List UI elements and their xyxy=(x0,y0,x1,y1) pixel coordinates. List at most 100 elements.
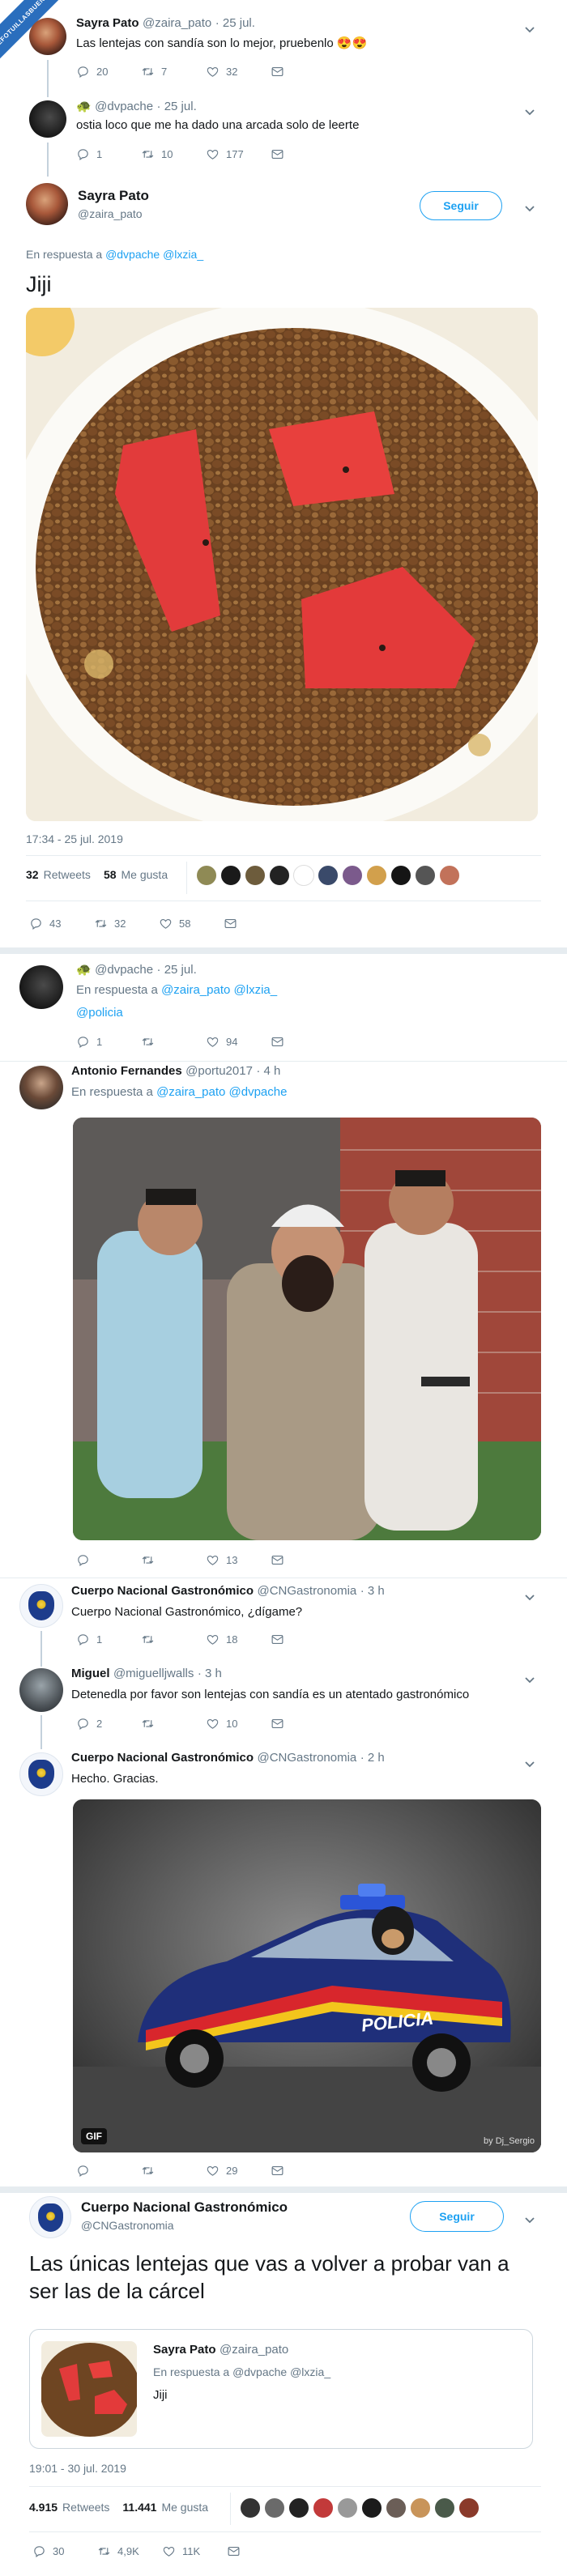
user-handle[interactable]: @zaira_pato xyxy=(143,16,211,30)
avatar[interactable] xyxy=(386,2497,407,2519)
reply-button[interactable]: 1 xyxy=(76,1035,141,1049)
user-name[interactable]: Cuerpo Nacional Gastronómico xyxy=(71,1751,254,1765)
chevron-down-icon[interactable] xyxy=(525,105,535,112)
retweet-stat-count[interactable]: 32 xyxy=(26,868,39,881)
avatar[interactable] xyxy=(19,1584,63,1628)
avatar[interactable] xyxy=(196,865,217,886)
quoted-tweet[interactable]: Sayra Pato @zaira_pato En respuesta a @d… xyxy=(29,2329,533,2449)
chevron-down-icon[interactable] xyxy=(525,23,535,29)
reply-button[interactable] xyxy=(76,2164,141,2178)
user-name[interactable]: 🐢 xyxy=(76,963,92,977)
like-button[interactable]: 10 xyxy=(206,1717,271,1731)
user-name[interactable]: Sayra Pato xyxy=(78,188,149,204)
dm-button[interactable] xyxy=(271,1633,335,1646)
avatar[interactable] xyxy=(415,865,436,886)
retweet-stat-count[interactable]: 4.915 xyxy=(29,2501,58,2514)
retweet-button[interactable]: 7 xyxy=(141,65,206,79)
like-button[interactable]: 94 xyxy=(206,1035,271,1049)
like-button[interactable]: 177 xyxy=(206,147,271,161)
like-button[interactable]: 32 xyxy=(206,65,271,79)
reply-button[interactable]: 1 xyxy=(76,1633,141,1646)
user-handle[interactable]: @dvpache xyxy=(95,100,153,113)
mention-link[interactable]: @policia xyxy=(76,1006,123,1020)
like-stat-count[interactable]: 58 xyxy=(104,868,117,881)
avatar[interactable] xyxy=(19,1066,63,1109)
tweet-date[interactable]: · 25 jul. xyxy=(215,16,255,30)
tweet-date[interactable]: · 25 jul. xyxy=(157,100,197,113)
like-stat-count[interactable]: 11.441 xyxy=(122,2501,156,2514)
retweet-button[interactable]: 4,9K xyxy=(97,2544,162,2558)
avatar[interactable] xyxy=(337,2497,358,2519)
user-name[interactable]: Miguel xyxy=(71,1667,110,1680)
avatar[interactable] xyxy=(288,2497,309,2519)
retweet-button[interactable] xyxy=(141,1633,206,1646)
reply-button[interactable] xyxy=(76,1553,141,1567)
like-button[interactable]: 18 xyxy=(206,1633,271,1646)
avatar[interactable] xyxy=(29,100,66,138)
user-handle[interactable]: @dvpache xyxy=(95,963,153,977)
dm-button[interactable] xyxy=(271,1553,335,1567)
retweet-button[interactable] xyxy=(141,1035,206,1049)
user-handle[interactable]: @portu2017 xyxy=(185,1064,253,1078)
reply-to-link[interactable]: @zaira_pato @dvpache xyxy=(156,1085,287,1099)
chevron-down-icon[interactable] xyxy=(525,202,535,208)
avatar[interactable] xyxy=(240,2497,261,2519)
reply-button[interactable]: 1 xyxy=(76,147,141,161)
user-handle[interactable]: @miguelljwalls xyxy=(113,1667,194,1680)
chevron-down-icon[interactable] xyxy=(525,1590,535,1597)
avatar[interactable] xyxy=(439,865,460,886)
user-name[interactable]: Cuerpo Nacional Gastronómico xyxy=(71,1584,254,1598)
avatar[interactable] xyxy=(19,1752,63,1796)
avatar[interactable] xyxy=(19,965,63,1009)
tweet-date[interactable]: · 25 jul. xyxy=(157,963,197,977)
avatar[interactable] xyxy=(26,183,68,225)
retweet-button[interactable] xyxy=(141,1553,206,1567)
retweet-button[interactable]: 10 xyxy=(141,147,206,161)
retweet-stat-label[interactable]: Retweets xyxy=(62,2501,109,2514)
user-name[interactable]: Cuerpo Nacional Gastronómico xyxy=(81,2199,288,2216)
dm-button[interactable] xyxy=(227,2544,292,2558)
like-button[interactable]: 58 xyxy=(159,917,224,930)
retweet-button[interactable]: 32 xyxy=(94,917,159,930)
tweet-date[interactable]: · 3 h xyxy=(360,1584,385,1598)
dm-button[interactable] xyxy=(271,2164,335,2178)
follow-button[interactable]: Seguir xyxy=(420,191,502,220)
dm-button[interactable] xyxy=(271,147,335,161)
like-button[interactable]: 11K xyxy=(162,2544,227,2558)
user-name[interactable]: Sayra Pato xyxy=(76,16,139,30)
like-button[interactable]: 29 xyxy=(206,2164,271,2178)
user-handle[interactable]: @CNGastronomia xyxy=(81,2219,174,2232)
reply-to-link[interactable]: @zaira_pato @lxzia_ xyxy=(161,983,277,997)
avatar[interactable] xyxy=(264,2497,285,2519)
reply-to-link[interactable]: @dvpache @lxzia_ xyxy=(105,248,203,261)
like-button[interactable]: 13 xyxy=(206,1553,271,1567)
chevron-down-icon[interactable] xyxy=(525,1757,535,1764)
dm-button[interactable] xyxy=(271,65,335,79)
avatar[interactable] xyxy=(342,865,363,886)
avatar[interactable] xyxy=(390,865,411,886)
reply-button[interactable]: 43 xyxy=(29,917,94,930)
avatar[interactable] xyxy=(318,865,339,886)
like-stat-label[interactable]: Me gusta xyxy=(122,868,168,881)
avatar[interactable] xyxy=(434,2497,455,2519)
avatar[interactable] xyxy=(293,865,314,886)
avatar[interactable] xyxy=(458,2497,480,2519)
dm-button[interactable] xyxy=(271,1035,335,1049)
reply-button[interactable]: 20 xyxy=(76,65,141,79)
tweet-gif[interactable]: POLICIA by Dj_Sergio GIF xyxy=(73,1799,541,2152)
retweet-button[interactable] xyxy=(141,2164,206,2178)
user-name[interactable]: 🐢 xyxy=(76,100,92,113)
avatar[interactable] xyxy=(19,1668,63,1712)
tweet-date[interactable]: · 2 h xyxy=(360,1751,385,1765)
avatar[interactable] xyxy=(220,865,241,886)
chevron-down-icon[interactable] xyxy=(525,2213,535,2220)
reply-button[interactable]: 2 xyxy=(76,1717,141,1731)
follow-button[interactable]: Seguir xyxy=(410,2201,504,2232)
like-stat-label[interactable]: Me gusta xyxy=(161,2501,208,2514)
tweet-timestamp[interactable]: 17:34 - 25 jul. 2019 xyxy=(26,832,123,845)
tweet-photo[interactable] xyxy=(26,308,538,821)
avatar[interactable] xyxy=(29,18,66,55)
user-handle[interactable]: @CNGastronomia xyxy=(258,1584,357,1598)
avatar[interactable] xyxy=(410,2497,431,2519)
avatar[interactable] xyxy=(313,2497,334,2519)
